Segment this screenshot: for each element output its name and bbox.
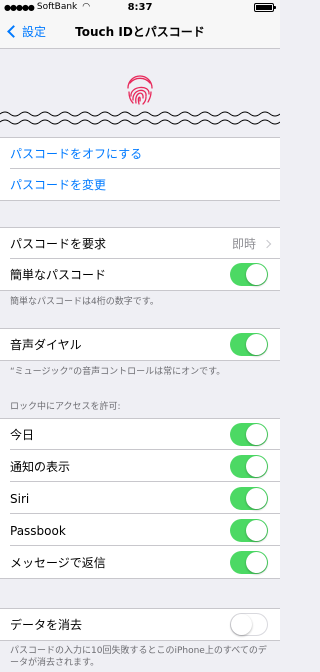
status-bar: ●●●●● SoftBank ◠ 8:37: [0, 0, 280, 16]
voice-dial-label: 音声ダイヤル: [10, 338, 82, 352]
change-passcode-label: パスコードを変更: [10, 178, 107, 192]
voice-dial-note: “ミュージック”の音声コントロールは常にオンです。: [10, 367, 226, 377]
passbook-toggle[interactable]: [230, 519, 268, 542]
erase-data-group: データを消去: [0, 608, 280, 641]
passbook-label: Passbook: [10, 523, 66, 538]
voice-dial-group: 音声ダイヤル: [0, 328, 280, 361]
require-passcode-value: 即時: [231, 237, 256, 251]
page-title: Touch IDとパスコード: [75, 25, 205, 39]
voice-dial-toggle[interactable]: [230, 333, 268, 356]
passcode-actions-group: パスコードをオフにする パスコードを変更: [0, 137, 280, 201]
erase-data-label: データを消去: [10, 618, 83, 632]
passcode-settings-group: パスコードを要求 即時 簡単なパスコード: [0, 227, 280, 291]
turn-passcode-off-button[interactable]: パスコードをオフにする: [0, 138, 280, 169]
status-time: 8:37: [127, 2, 153, 13]
simple-passcode-row: 簡単なパスコード: [0, 259, 280, 290]
reply-with-message-label: メッセージで返信: [10, 556, 106, 570]
voice-dial-row: 音声ダイヤル: [0, 329, 280, 360]
siri-label: Siri: [10, 491, 30, 506]
wave-divider: [0, 111, 280, 125]
fingerprint-icon: [127, 75, 153, 105]
simple-passcode-toggle[interactable]: [230, 263, 268, 286]
today-row: 今日: [0, 419, 280, 450]
notifications-view-label: 通知の表示: [10, 460, 71, 474]
siri-toggle[interactable]: [230, 487, 268, 510]
notifications-view-toggle[interactable]: [230, 455, 268, 478]
reply-with-message-toggle[interactable]: [230, 551, 268, 574]
chevron-right-icon: [262, 239, 272, 248]
turn-passcode-off-label: パスコードをオフにする: [10, 147, 143, 161]
today-toggle[interactable]: [230, 423, 268, 446]
require-passcode-row[interactable]: パスコードを要求 即時: [0, 228, 280, 259]
navigation-bar: 設定 Touch IDとパスコード: [0, 16, 280, 49]
simple-passcode-note: 簡単なパスコードは4桁の数字です。: [10, 297, 159, 307]
erase-data-toggle[interactable]: [230, 613, 268, 636]
reply-with-message-row: メッセージで返信: [0, 547, 280, 578]
battery-icon: [254, 3, 276, 12]
siri-row: Siri: [0, 483, 280, 514]
today-label: 今日: [10, 428, 35, 442]
lock-access-header: ロック中にアクセスを許可:: [10, 402, 121, 412]
lock-access-group: 今日 通知の表示 Siri Passbook メッセージで返信: [0, 418, 280, 579]
change-passcode-button[interactable]: パスコードを変更: [0, 169, 280, 200]
touch-id-banner: [0, 49, 280, 131]
notifications-view-row: 通知の表示: [0, 451, 280, 482]
erase-data-note: パスコードの入力に10回失敗するとこのiPhone上のすべてのデータが消去されま…: [10, 646, 267, 668]
passbook-row: Passbook: [0, 515, 280, 546]
simple-passcode-label: 簡単なパスコード: [10, 268, 107, 282]
require-passcode-label: パスコードを要求: [10, 237, 107, 251]
erase-data-row: データを消去: [0, 609, 280, 640]
